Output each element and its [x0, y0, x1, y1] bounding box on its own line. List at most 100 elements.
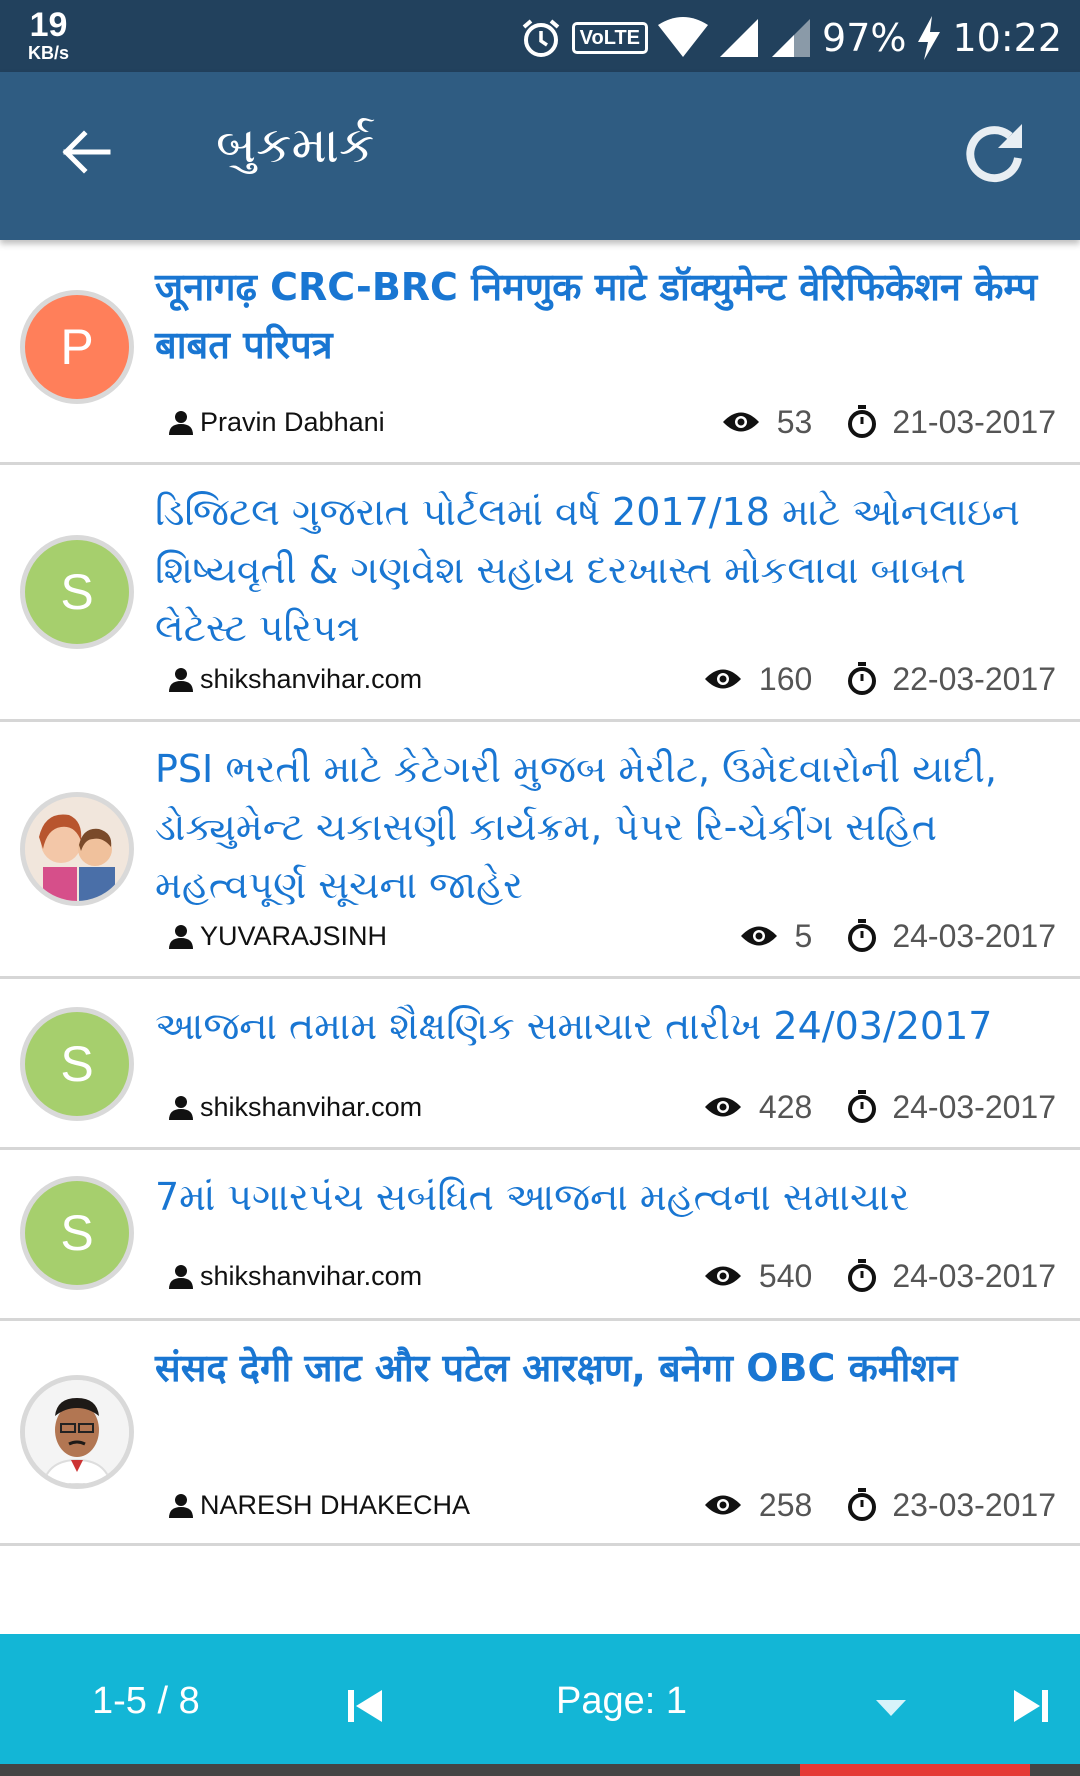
person-icon — [169, 1096, 193, 1120]
eye-icon — [722, 412, 759, 432]
avatar-photo — [20, 792, 134, 906]
item-meta: Pravin Dabhani 53 21-03-2017 — [168, 402, 1056, 442]
view-count: 428 — [703, 1089, 812, 1126]
author-name: Pravin Dabhani — [200, 406, 385, 437]
app-bar: બુકમાર્ક — [0, 72, 1080, 240]
item-meta: NARESH DHAKECHA 258 23-03-2017 — [168, 1485, 1056, 1525]
battery-percent: 97% — [822, 16, 907, 60]
eye-icon — [704, 1495, 741, 1515]
timer-icon — [848, 1259, 877, 1292]
person-icon — [169, 925, 193, 949]
item-meta: shikshanvihar.com 540 24-03-2017 — [168, 1256, 1056, 1296]
item-title[interactable]: जूनागढ़ CRC-BRC निमणुक माटे डॉक्युमेन्ट … — [155, 258, 1060, 374]
avatar: S — [20, 1007, 134, 1121]
page-title: બુકમાર્ક — [216, 116, 375, 174]
volte-badge: VoLTE — [571, 22, 649, 54]
status-bar: 19 KB/s VoLTE 97% 10:22 — [0, 0, 1080, 72]
item-meta: YUVARAJSINH 5 24-03-2017 — [168, 916, 1056, 956]
eye-icon — [704, 1097, 741, 1117]
alarm-icon — [522, 19, 559, 57]
refresh-icon[interactable] — [960, 118, 1032, 190]
item-title[interactable]: આજના તમામ શૈક્ષણિક સમાચાર તારીખ 24/03/20… — [155, 997, 1060, 1055]
date-value: 23-03-2017 — [892, 1486, 1056, 1523]
list-item[interactable]: संसद देगी जाट और पटेल आरक्षण, बनेगा OBC … — [0, 1321, 1080, 1546]
post-date: 24-03-2017 — [846, 1089, 1056, 1126]
network-speed: 19 KB/s — [28, 8, 69, 62]
avatar-letter: S — [60, 1036, 94, 1092]
network-speed-unit: KB/s — [28, 43, 70, 63]
avatar: S — [20, 535, 134, 649]
date-value: 24-03-2017 — [892, 917, 1056, 954]
post-date: 21-03-2017 — [846, 404, 1056, 441]
man-photo-icon — [25, 1380, 129, 1484]
item-meta: shikshanvihar.com 428 24-03-2017 — [168, 1087, 1056, 1127]
bottom-strip — [0, 1764, 1080, 1776]
views-value: 53 — [776, 403, 813, 440]
views-value: 428 — [758, 1088, 813, 1125]
author-name: shikshanvihar.com — [200, 1260, 423, 1291]
author: shikshanvihar.com — [168, 664, 422, 695]
timer-icon — [848, 919, 877, 952]
author: Pravin Dabhani — [168, 407, 385, 438]
item-meta: shikshanvihar.com 160 22-03-2017 — [168, 659, 1056, 699]
date-value: 22-03-2017 — [892, 660, 1056, 697]
signal-weak-icon — [772, 19, 811, 57]
avatar: P — [20, 290, 134, 404]
person-icon — [169, 411, 193, 435]
view-count: 5 — [739, 917, 813, 955]
eye-icon — [704, 669, 741, 689]
date-value: 24-03-2017 — [892, 1088, 1056, 1125]
author: shikshanvihar.com — [168, 1261, 422, 1292]
last-page-icon[interactable] — [1010, 1686, 1050, 1726]
post-date: 24-03-2017 — [846, 1258, 1056, 1295]
person-icon — [169, 668, 193, 692]
list-item[interactable]: S ડિજિટલ ગુજરાત પોર્ટલમાં વર્ષ 2017/18 મ… — [0, 465, 1080, 722]
bookmark-list: P जूनागढ़ CRC-BRC निमणुक माटे डॉक्युमेन्… — [0, 240, 1080, 1546]
dropdown-arrow-icon[interactable] — [876, 1700, 906, 1716]
author: shikshanvihar.com — [168, 1092, 422, 1123]
author-name: NARESH DHAKECHA — [200, 1489, 471, 1520]
post-date: 22-03-2017 — [846, 661, 1056, 698]
views-value: 258 — [758, 1486, 813, 1523]
post-date: 24-03-2017 — [846, 918, 1056, 955]
pagination-bar: 1-5 / 8 Page: 1 — [0, 1634, 1080, 1764]
wifi-icon — [658, 17, 709, 57]
list-item[interactable]: P जूनागढ़ CRC-BRC निमणुक माटे डॉक्युमेन्… — [0, 240, 1080, 465]
item-title[interactable]: ડિજિટલ ગુજરાત પોર્ટલમાં વર્ષ 2017/18 માટ… — [155, 483, 1060, 657]
eye-icon — [704, 1266, 741, 1286]
item-title[interactable]: संसद देगी जाट और पटेल आरक्षण, बनेगा OBC … — [155, 1339, 1060, 1397]
views-value: 160 — [758, 660, 813, 697]
date-value: 24-03-2017 — [892, 1257, 1056, 1294]
item-title[interactable]: PSI ભરતી માટે કેટેગરી મુજબ મેરીટ, ઉમેદવા… — [155, 740, 1060, 914]
post-date: 23-03-2017 — [846, 1487, 1056, 1524]
back-arrow-icon[interactable] — [56, 122, 116, 182]
view-count: 53 — [721, 403, 813, 441]
timer-icon — [848, 1488, 877, 1521]
charging-icon — [918, 16, 941, 60]
author-name: shikshanvihar.com — [200, 1091, 423, 1122]
item-title[interactable]: 7માં પગારપંચ સબંધિત આજના મહત્વના સમાચાર — [155, 1168, 1060, 1226]
view-count: 540 — [703, 1258, 812, 1295]
avatar-letter: S — [60, 1205, 94, 1261]
person-icon — [169, 1265, 193, 1289]
page-selector-label[interactable]: Page: 1 — [556, 1680, 687, 1723]
timer-icon — [848, 405, 877, 438]
views-value: 5 — [794, 917, 813, 954]
list-item[interactable]: S 7માં પગારપંચ સબંધિત આજના મહત્વના સમાચા… — [0, 1150, 1080, 1321]
person-icon — [169, 1494, 193, 1518]
clock-time: 10:22 — [952, 16, 1062, 60]
list-item[interactable]: S આજના તમામ શૈક્ષણિક સમાચાર તારીખ 24/03/… — [0, 979, 1080, 1150]
avatar: S — [20, 1176, 134, 1290]
avatar-letter: S — [60, 564, 94, 620]
first-page-icon[interactable] — [346, 1686, 386, 1726]
list-item[interactable]: PSI ભરતી માટે કેટેગરી મુજબ મેરીટ, ઉમેદવા… — [0, 722, 1080, 979]
author-name: shikshanvihar.com — [200, 663, 423, 694]
view-count: 258 — [703, 1487, 812, 1524]
avatar-letter: P — [60, 319, 94, 375]
author: YUVARAJSINH — [168, 921, 387, 952]
signal-icon — [720, 19, 759, 57]
timer-icon — [848, 1090, 877, 1123]
timer-icon — [848, 662, 877, 695]
eye-icon — [740, 926, 777, 946]
author: NARESH DHAKECHA — [168, 1490, 470, 1521]
